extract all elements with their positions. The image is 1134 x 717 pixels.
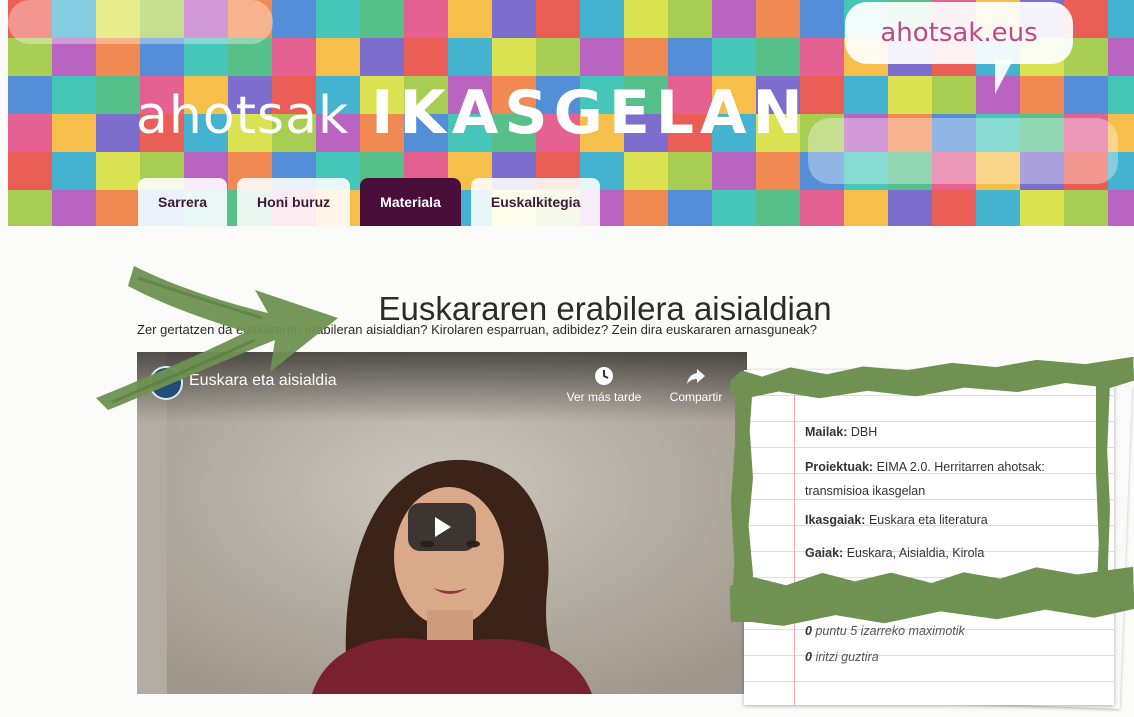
rating-summary: 0 puntu 5 izarreko maximotik	[805, 624, 965, 638]
reviews-text: iritzi guztira	[815, 650, 879, 664]
brand-speech-bubble[interactable]: ahotsak.eus	[845, 2, 1073, 94]
gaiak-label: Gaiak:	[805, 546, 844, 560]
video-title[interactable]: Euskara eta aisialdia	[189, 372, 337, 390]
watch-later-label: Ver más tarde	[566, 390, 642, 404]
info-paper-card	[744, 370, 1114, 705]
tab-sarrera[interactable]: Sarrera	[138, 178, 228, 226]
watch-later-button[interactable]: Ver más tarde	[559, 366, 649, 404]
gaiak-value[interactable]: Euskara, Aisialdia, Kirola	[847, 546, 985, 560]
site-header: ahotsak IKASGELAN ahotsak.eus Sarrera Ho…	[8, 0, 1134, 226]
decorative-speech-bubble	[8, 0, 273, 44]
rating-text: puntu 5 izarreko maximotik	[815, 624, 965, 638]
share-arrow-icon	[687, 369, 705, 384]
site-title-lower: ahotsak	[136, 86, 350, 146]
brand-logo-text: ahotsak.eus	[880, 18, 1038, 48]
tab-euskalkitegia[interactable]: Euskalkitegia	[470, 178, 601, 226]
play-icon	[435, 517, 451, 537]
mailak-value: DBH	[850, 425, 878, 439]
info-proiektuak: Proiektuak: EIMA 2.0. Herritarren ahotsa…	[805, 455, 1095, 503]
ikasgaiak-label: Ikasgaiak:	[805, 513, 866, 527]
info-ikasgaiak: Ikasgaiak: Euskara eta literatura	[805, 510, 1095, 530]
site-title-upper: IKASGELAN	[371, 78, 809, 148]
decorative-speech-bubble	[808, 118, 1118, 184]
channel-avatar[interactable]	[149, 366, 183, 400]
info-mailak: Mailak: DBH	[805, 422, 1095, 442]
proiektuak-label: Proiektuak:	[805, 460, 874, 474]
video-player[interactable]: Euskara eta aisialdia Ver más tarde Comp…	[137, 352, 747, 694]
clock-icon	[595, 367, 613, 385]
tab-honi-buruz[interactable]: Honi buruz	[237, 178, 351, 226]
share-label: Compartir	[669, 390, 723, 404]
reviews-summary: 0 iritzi guztira	[805, 650, 879, 664]
info-gaiak: Gaiak: Euskara, Aisialdia, Kirola	[805, 543, 1095, 563]
reviews-count: 0	[805, 650, 812, 664]
play-button[interactable]	[408, 503, 476, 551]
site-title[interactable]: ahotsak IKASGELAN	[136, 78, 809, 148]
tab-materiala[interactable]: Materiala	[360, 178, 461, 226]
mailak-label: Mailak:	[805, 425, 848, 439]
intro-text: Zer gertatzen da euskararen erabileran a…	[137, 322, 818, 337]
speech-bubble-tail	[995, 60, 1013, 94]
ikasgaiak-value[interactable]: Euskara eta literatura	[869, 513, 988, 527]
main-nav-tabs: Sarrera Honi buruz Materiala Euskalkiteg…	[138, 178, 601, 226]
share-button[interactable]: Compartir	[651, 366, 741, 404]
rating-count: 0	[805, 624, 812, 638]
